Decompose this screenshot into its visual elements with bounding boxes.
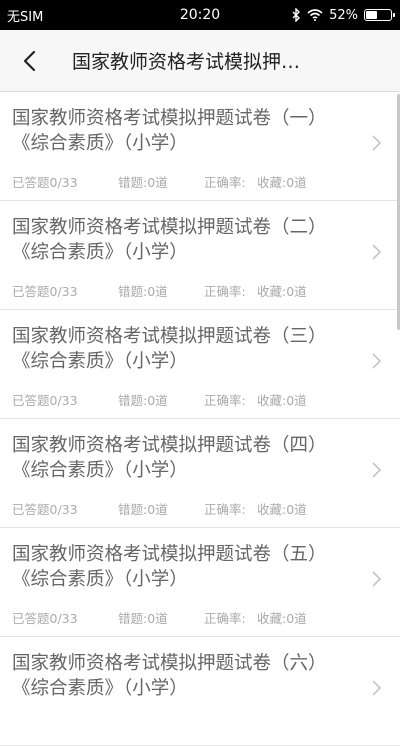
favorites-count: 收藏:0道 xyxy=(257,611,307,626)
battery-fill xyxy=(366,11,378,19)
wrong-count: 错题:0道 xyxy=(118,175,168,190)
chevron-right-icon xyxy=(372,353,382,369)
item-title: 国家教师资格考试模拟押题试卷（四） 《综合素质》（小学） xyxy=(12,433,360,483)
battery-icon xyxy=(364,9,395,21)
item-title: 国家教师资格考试模拟押题试卷（六） 《综合素质》（小学） xyxy=(12,651,360,701)
wrong-count: 错题:0道 xyxy=(118,611,168,626)
answered-count: 已答题0/33 xyxy=(12,284,78,299)
answered-count: 已答题0/33 xyxy=(12,611,78,626)
battery-percent: 52% xyxy=(329,7,358,23)
wifi-icon xyxy=(307,9,323,21)
item-title-line1: 国家教师资格考试模拟押题试卷（六） xyxy=(12,653,327,674)
list-item[interactable]: 国家教师资格考试模拟押题试卷（二） 《综合素质》（小学） 已答题0/33 错题:… xyxy=(0,201,400,310)
chevron-right-icon xyxy=(372,244,382,260)
chevron-right-icon xyxy=(372,571,382,587)
app-bar: 国家教师资格考试模拟押… xyxy=(0,30,400,92)
chevron-right-icon xyxy=(372,135,382,151)
accuracy-label: 正确率: xyxy=(204,393,246,408)
item-title-line2: 《综合素质》（小学） xyxy=(12,351,188,372)
exam-list: 国家教师资格考试模拟押题试卷（一） 《综合素质》（小学） 已答题0/33 错题:… xyxy=(0,92,400,746)
chevron-right-icon xyxy=(372,462,382,478)
favorites-count: 收藏:0道 xyxy=(257,393,307,408)
wrong-count: 错题:0道 xyxy=(118,393,168,408)
item-title-line2: 《综合素质》（小学） xyxy=(12,678,188,699)
list-item[interactable]: 国家教师资格考试模拟押题试卷（三） 《综合素质》（小学） 已答题0/33 错题:… xyxy=(0,310,400,419)
status-icons: 52% xyxy=(292,7,395,23)
item-title-line1: 国家教师资格考试模拟押题试卷（三） xyxy=(12,326,327,347)
item-title-line1: 国家教师资格考试模拟押题试卷（四） xyxy=(12,435,327,456)
accuracy-label: 正确率: xyxy=(204,502,246,517)
bluetooth-icon xyxy=(292,8,301,22)
item-title: 国家教师资格考试模拟押题试卷（一） 《综合素质》（小学） xyxy=(12,106,360,156)
favorites-count: 收藏:0道 xyxy=(257,502,307,517)
list-item[interactable]: 国家教师资格考试模拟押题试卷（一） 《综合素质》（小学） 已答题0/33 错题:… xyxy=(0,92,400,201)
accuracy-label: 正确率: xyxy=(204,284,246,299)
chevron-right-icon xyxy=(372,680,382,696)
answered-count: 已答题0/33 xyxy=(12,502,78,517)
item-title-line2: 《综合素质》（小学） xyxy=(12,460,188,481)
answered-count: 已答题0/33 xyxy=(12,393,78,408)
back-button[interactable] xyxy=(0,30,58,92)
item-title: 国家教师资格考试模拟押题试卷（二） 《综合素质》（小学） xyxy=(12,215,360,265)
list-item[interactable]: 国家教师资格考试模拟押题试卷（六） 《综合素质》（小学） xyxy=(0,637,400,746)
list-item[interactable]: 国家教师资格考试模拟押题试卷（四） 《综合素质》（小学） 已答题0/33 错题:… xyxy=(0,419,400,528)
item-title-line2: 《综合素质》（小学） xyxy=(12,133,188,154)
status-bar: 无SIM 20:20 52% xyxy=(0,0,400,30)
item-title-line1: 国家教师资格考试模拟押题试卷（二） xyxy=(12,217,327,238)
item-title: 国家教师资格考试模拟押题试卷（三） 《综合素质》（小学） xyxy=(12,324,360,374)
page-title: 国家教师资格考试模拟押… xyxy=(72,51,301,73)
item-title-line2: 《综合素质》（小学） xyxy=(12,569,188,590)
item-title-line1: 国家教师资格考试模拟押题试卷（五） xyxy=(12,544,327,565)
item-title-line1: 国家教师资格考试模拟押题试卷（一） xyxy=(12,108,327,129)
answered-count: 已答题0/33 xyxy=(12,175,78,190)
item-title: 国家教师资格考试模拟押题试卷（五） 《综合素质》（小学） xyxy=(12,542,360,592)
accuracy-label: 正确率: xyxy=(204,611,246,626)
chevron-left-icon xyxy=(23,50,36,71)
wrong-count: 错题:0道 xyxy=(118,284,168,299)
favorites-count: 收藏:0道 xyxy=(257,284,307,299)
wrong-count: 错题:0道 xyxy=(118,502,168,517)
carrier-label: 无SIM xyxy=(7,9,44,25)
item-title-line2: 《综合素质》（小学） xyxy=(12,242,188,263)
favorites-count: 收藏:0道 xyxy=(257,175,307,190)
accuracy-label: 正确率: xyxy=(204,175,246,190)
list-item[interactable]: 国家教师资格考试模拟押题试卷（五） 《综合素质》（小学） 已答题0/33 错题:… xyxy=(0,528,400,637)
